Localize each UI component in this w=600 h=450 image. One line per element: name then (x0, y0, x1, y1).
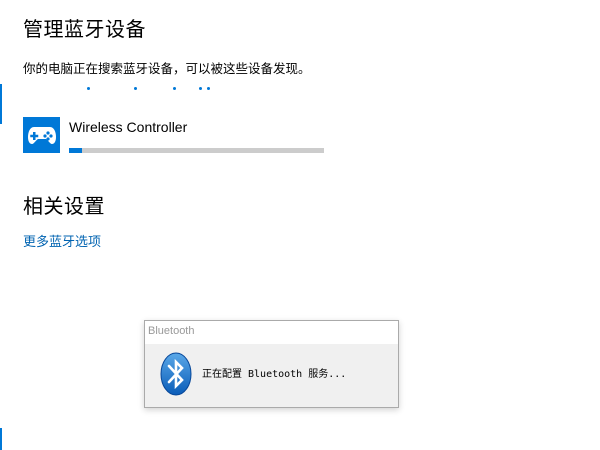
searching-dot (207, 87, 210, 90)
searching-dot (87, 87, 90, 90)
dialog-message: 正在配置 Bluetooth 服务... (202, 369, 347, 380)
discovery-status-text: 你的电脑正在搜索蓝牙设备，可以被这些设备发现。 (23, 61, 311, 76)
device-name[interactable]: Wireless Controller (69, 120, 187, 134)
more-bluetooth-options-link[interactable]: 更多蓝牙选项 (23, 236, 101, 249)
pairing-progress-fill (69, 148, 82, 153)
searching-dot (199, 87, 202, 90)
bluetooth-settings-page: 管理蓝牙设备 你的电脑正在搜索蓝牙设备，可以被这些设备发现。 Wireless … (0, 0, 600, 450)
gamepad-icon (27, 127, 56, 144)
dialog-titlebar[interactable]: Bluetooth (145, 321, 398, 344)
searching-dot (173, 87, 176, 90)
bluetooth-icon (160, 352, 192, 396)
related-settings-title: 相关设置 (23, 194, 105, 218)
dialog-title: Bluetooth (148, 325, 195, 337)
scroll-accent-bar (0, 84, 2, 124)
bluetooth-config-dialog: Bluetooth 正在配置 Bluetooth 服务... (144, 320, 399, 408)
manage-devices-title: 管理蓝牙设备 (23, 17, 146, 41)
device-item-wireless-controller[interactable] (23, 117, 60, 153)
pairing-progress-bar (69, 148, 324, 153)
scroll-accent-bar (0, 428, 2, 450)
searching-dot (134, 87, 137, 90)
